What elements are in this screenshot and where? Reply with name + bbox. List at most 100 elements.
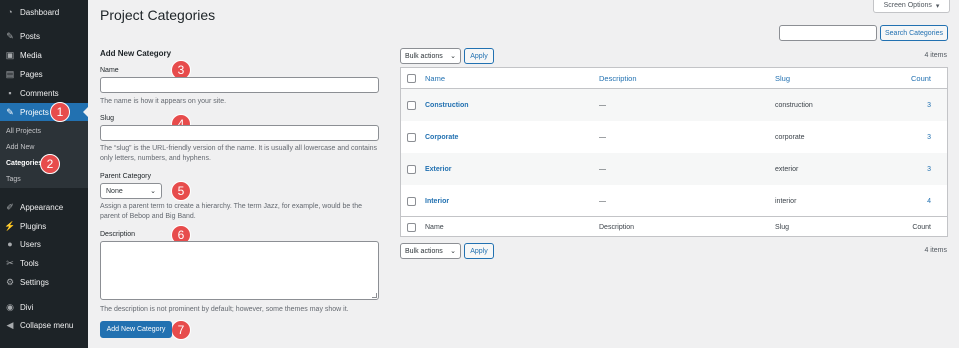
slug-label: Slug xyxy=(100,115,115,122)
select-all-checkbox[interactable] xyxy=(407,73,416,83)
category-name-link[interactable]: Interior xyxy=(425,198,449,205)
page-title: Project Categories xyxy=(100,7,216,23)
category-description: — xyxy=(599,133,606,141)
step-badge-1: 1 xyxy=(50,102,70,122)
column-slug[interactable]: Slug xyxy=(775,74,790,83)
sidebar-item-appearance[interactable]: ✐ Appearance xyxy=(0,198,88,216)
submenu-all-projects[interactable]: All Projects xyxy=(6,128,41,135)
parent-category-select[interactable]: None ⌄ xyxy=(100,183,162,199)
description-label: Description xyxy=(100,231,136,238)
media-icon: ▣ xyxy=(5,49,15,60)
step-badge-2: 2 xyxy=(40,154,60,174)
description-textarea[interactable] xyxy=(100,241,379,300)
items-count-top: 4 items xyxy=(924,52,947,59)
chevron-down-icon: ⌄ xyxy=(450,248,456,255)
pushpin-icon: ✎ xyxy=(6,30,14,41)
slug-field[interactable] xyxy=(100,125,379,141)
category-description: — xyxy=(599,197,606,205)
divi-icon: ◉ xyxy=(6,301,14,312)
column-count[interactable]: Count xyxy=(911,74,931,83)
sidebar-item-label: Settings xyxy=(20,277,49,287)
category-count-link[interactable]: 3 xyxy=(927,134,931,141)
description-help: The description is not prominent by defa… xyxy=(100,306,349,313)
column-name[interactable]: Name xyxy=(425,224,444,231)
settings-icon: ⚙ xyxy=(5,276,15,287)
sidebar-item-posts[interactable]: ✎ Posts xyxy=(0,27,88,45)
column-description[interactable]: Description xyxy=(599,224,634,231)
admin-sidebar: ◔ Dashboard ✎ Posts ▣ Media ▤ Pages ▪ Co… xyxy=(0,0,88,348)
sidebar-item-pages[interactable]: ▤ Pages xyxy=(0,65,88,83)
paintbrush-icon: ✐ xyxy=(6,201,14,212)
comments-icon: ▪ xyxy=(8,87,12,98)
sidebar-item-tools[interactable]: ✂ Tools xyxy=(0,254,88,272)
sidebar-item-projects[interactable]: ✎ Projects xyxy=(0,103,88,121)
table-header-row: Name Description Slug Count xyxy=(401,68,947,89)
sidebar-item-label: Appearance xyxy=(20,202,64,212)
select-all-checkbox-footer[interactable] xyxy=(407,222,416,232)
bulk-actions-select-bottom[interactable]: Bulk actions ⌄ xyxy=(400,243,461,259)
sidebar-item-label: Collapse menu xyxy=(20,320,74,330)
sidebar-item-comments[interactable]: ▪ Comments xyxy=(0,84,88,102)
resize-handle-icon[interactable] xyxy=(372,293,377,298)
category-slug: exterior xyxy=(775,165,799,173)
screen-options-button[interactable]: Screen Options ▾ xyxy=(873,0,950,13)
wrench-icon: ✂ xyxy=(6,257,14,268)
search-categories-button[interactable]: Search Categories xyxy=(880,25,948,41)
chevron-down-icon: ⌄ xyxy=(150,188,156,195)
pushpin-icon: ✎ xyxy=(6,106,14,117)
bulk-actions-value: Bulk actions xyxy=(405,52,443,60)
table-footer-row: Name Description Slug Count xyxy=(401,216,947,237)
column-description[interactable]: Description xyxy=(599,74,637,83)
sidebar-item-label: Divi xyxy=(20,302,34,312)
apply-button-top[interactable]: Apply xyxy=(464,48,494,64)
name-label: Name xyxy=(100,67,119,74)
sidebar-item-divi[interactable]: ◉ Divi xyxy=(0,298,88,316)
sidebar-item-label: Pages xyxy=(20,69,43,79)
table-row: Exterior — exterior 3 xyxy=(401,153,947,185)
table-row: Corporate — corporate 3 xyxy=(401,121,947,153)
category-count-link[interactable]: 4 xyxy=(927,198,931,205)
category-count-link[interactable]: 3 xyxy=(927,166,931,173)
sidebar-item-label: Dashboard xyxy=(20,7,60,17)
row-checkbox[interactable] xyxy=(407,100,416,110)
row-checkbox[interactable] xyxy=(407,164,416,174)
category-name-link[interactable]: Construction xyxy=(425,102,469,109)
bulk-actions-select-top[interactable]: Bulk actions ⌄ xyxy=(400,48,461,64)
chevron-down-icon: ⌄ xyxy=(450,53,456,60)
collapse-icon: ◀ xyxy=(6,319,14,330)
add-new-category-button[interactable]: Add New Category xyxy=(100,321,172,338)
users-icon: ● xyxy=(7,238,13,249)
pages-icon: ▤ xyxy=(5,68,15,79)
sidebar-item-label: Users xyxy=(20,239,41,249)
sidebar-item-users[interactable]: ● Users xyxy=(0,235,88,253)
category-name-link[interactable]: Exterior xyxy=(425,166,451,173)
submenu-tags[interactable]: Tags xyxy=(6,176,21,183)
submenu-categories[interactable]: Categories xyxy=(6,160,42,167)
column-name[interactable]: Name xyxy=(425,74,445,83)
column-count[interactable]: Count xyxy=(912,224,931,231)
sidebar-item-media[interactable]: ▣ Media xyxy=(0,46,88,64)
bulk-actions-value: Bulk actions xyxy=(405,247,443,255)
sidebar-item-label: Tools xyxy=(20,258,39,268)
sidebar-item-settings[interactable]: ⚙ Settings xyxy=(0,273,88,291)
search-input[interactable] xyxy=(779,25,877,41)
sidebar-item-dashboard[interactable]: ◔ Dashboard xyxy=(0,3,88,21)
apply-button-bottom[interactable]: Apply xyxy=(464,243,494,259)
category-count-link[interactable]: 3 xyxy=(927,102,931,109)
column-slug[interactable]: Slug xyxy=(775,224,789,231)
collapse-menu-button[interactable]: ◀ Collapse menu xyxy=(0,316,88,334)
parent-category-help: Assign a parent term to create a hierarc… xyxy=(100,203,362,220)
row-checkbox[interactable] xyxy=(407,132,416,142)
category-slug: corporate xyxy=(775,133,805,141)
name-field[interactable] xyxy=(100,77,379,93)
sidebar-item-plugins[interactable]: ⚡ Plugins xyxy=(0,217,88,235)
submenu-add-new[interactable]: Add New xyxy=(6,144,34,151)
row-checkbox[interactable] xyxy=(407,196,416,206)
parent-category-label: Parent Category xyxy=(100,173,151,180)
screen-options-label: Screen Options xyxy=(883,2,932,9)
active-indicator xyxy=(83,107,88,117)
table-row: Interior — interior 4 xyxy=(401,185,947,217)
category-name-link[interactable]: Corporate xyxy=(425,134,458,141)
sidebar-item-label: Projects xyxy=(20,107,49,117)
category-description: — xyxy=(599,101,606,109)
